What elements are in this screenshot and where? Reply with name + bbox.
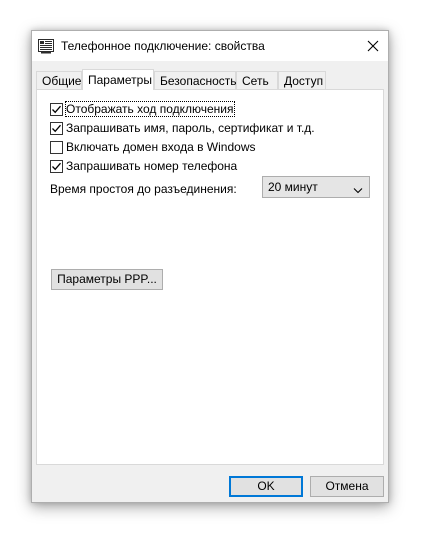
- checkmark-icon: [52, 162, 61, 170]
- screen: Телефонное подключение: свойства Общие П…: [0, 0, 421, 537]
- close-icon: [367, 40, 379, 52]
- options-panel: Отображать ход подключения Запрашивать и…: [36, 89, 384, 465]
- phone-connection-icon: [38, 38, 54, 54]
- prompt-phone-checkbox[interactable]: [50, 159, 63, 173]
- include-domain-checkbox[interactable]: [50, 140, 63, 154]
- tab-network[interactable]: Сеть: [236, 71, 278, 89]
- tab-general[interactable]: Общие: [36, 71, 82, 89]
- show-progress-label: Отображать ход подключения: [65, 101, 235, 117]
- idle-time-select[interactable]: 20 минут: [262, 176, 370, 198]
- checkmark-icon: [52, 105, 61, 113]
- properties-dialog: Телефонное подключение: свойства Общие П…: [31, 30, 389, 503]
- chevron-down-icon: [353, 183, 363, 197]
- cancel-button[interactable]: Отмена: [310, 476, 384, 497]
- checkmark-icon: [52, 124, 61, 132]
- idle-time-value: 20 минут: [268, 180, 318, 194]
- show-progress-option[interactable]: Отображать ход подключения: [50, 101, 235, 117]
- include-domain-option[interactable]: Включать домен входа в Windows: [50, 139, 255, 155]
- tab-options[interactable]: Параметры: [82, 69, 154, 90]
- prompt-credentials-option[interactable]: Запрашивать имя, пароль, сертификат и т.…: [50, 120, 315, 136]
- ppp-settings-button[interactable]: Параметры PPP...: [51, 269, 163, 290]
- prompt-phone-option[interactable]: Запрашивать номер телефона: [50, 158, 237, 174]
- ok-button[interactable]: OK: [229, 476, 303, 497]
- window-title: Телефонное подключение: свойства: [61, 39, 265, 53]
- title-bar[interactable]: Телефонное подключение: свойства: [32, 31, 388, 61]
- idle-time-label: Время простоя до разъединения:: [50, 182, 237, 196]
- close-button[interactable]: [358, 31, 388, 61]
- prompt-credentials-checkbox[interactable]: [50, 121, 63, 135]
- tab-sharing[interactable]: Доступ: [278, 71, 326, 89]
- prompt-credentials-label: Запрашивать имя, пароль, сертификат и т.…: [66, 121, 315, 135]
- tab-security[interactable]: Безопасность: [154, 71, 237, 89]
- include-domain-label: Включать домен входа в Windows: [66, 140, 256, 154]
- show-progress-checkbox[interactable]: [50, 102, 63, 116]
- prompt-phone-label: Запрашивать номер телефона: [66, 159, 238, 173]
